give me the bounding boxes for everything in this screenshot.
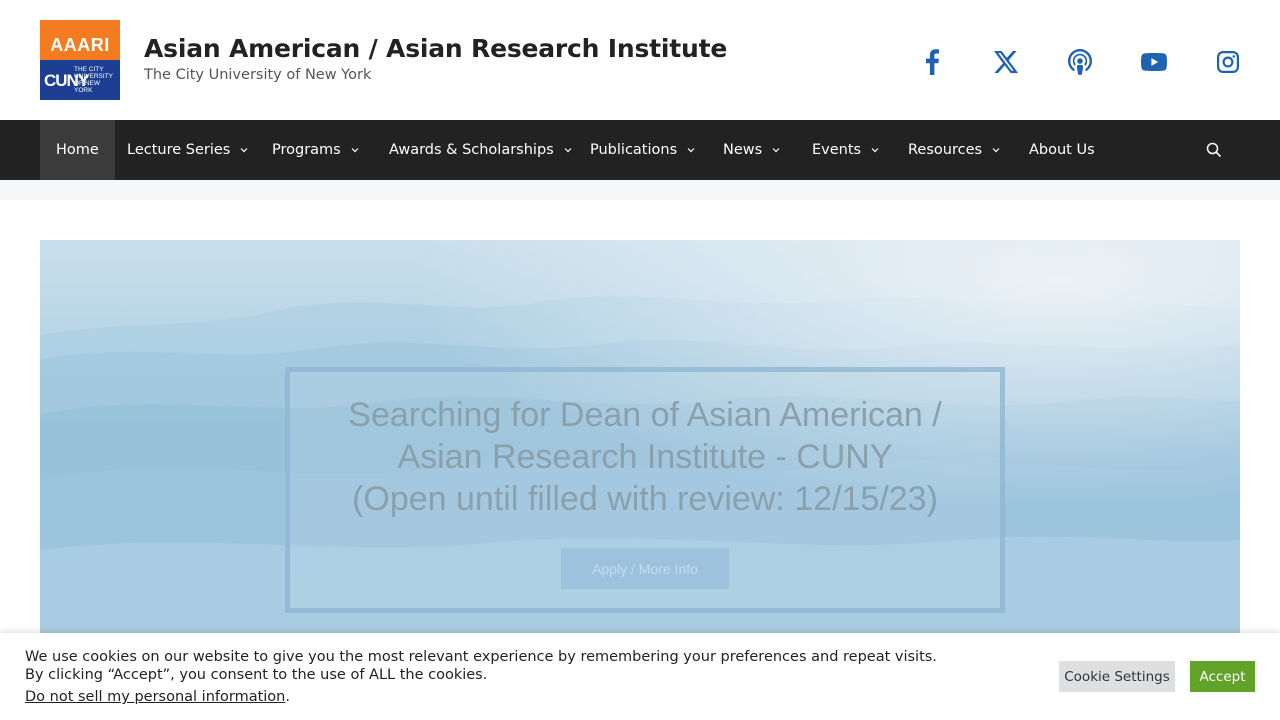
- chevron-down-icon: [240, 148, 248, 153]
- nav-item-home[interactable]: Home: [40, 120, 115, 180]
- cookie-message: We use cookies on our website to give yo…: [25, 648, 937, 684]
- cookie-message-line-1: We use cookies on our website to give yo…: [25, 649, 937, 665]
- cookie-message-line-2: By clicking “Accept”, you consent to the…: [25, 667, 488, 683]
- hero-banner: Searching for Dean of Asian American / A…: [40, 240, 1240, 640]
- nav-item-label: About Us: [1029, 142, 1095, 158]
- page: AAARI CUNY THE CITY UNIVERSITY OF NEW YO…: [0, 0, 1280, 720]
- do-not-sell-link[interactable]: Do not sell my personal information: [25, 689, 285, 705]
- nav-item-events[interactable]: Events: [812, 120, 879, 180]
- hero-title: Searching for Dean of Asian American / A…: [290, 394, 1000, 520]
- apply-more-info-button[interactable]: Apply / More Info: [561, 548, 729, 589]
- nav-item-about-us[interactable]: About Us: [1029, 120, 1095, 180]
- aaari-logo[interactable]: AAARI CUNY THE CITY UNIVERSITY OF NEW YO…: [40, 20, 120, 100]
- search-button[interactable]: [1204, 140, 1224, 160]
- nav-item-programs[interactable]: Programs: [272, 120, 359, 180]
- nav-item-resources[interactable]: Resources: [908, 120, 1000, 180]
- site-title[interactable]: Asian American / Asian Research Institut…: [144, 34, 727, 63]
- accept-cookies-button[interactable]: Accept: [1190, 661, 1255, 692]
- podcast-link[interactable]: [1065, 46, 1095, 78]
- cookie-link-suffix: .: [285, 689, 290, 705]
- hero-title-line-3: (Open until filled with review: 12/15/23…: [352, 480, 938, 518]
- podcast-icon: [1068, 49, 1092, 75]
- nav-item-label: Programs: [272, 142, 341, 158]
- youtube-icon: [1141, 53, 1167, 71]
- logo-cuny-block: CUNY THE CITY UNIVERSITY OF NEW YORK: [40, 60, 120, 100]
- chevron-down-icon: [871, 148, 879, 153]
- nav-item-label: Lecture Series: [127, 142, 231, 158]
- chevron-down-icon: [564, 148, 572, 153]
- nav-item-awards-scholarships[interactable]: Awards & Scholarships: [389, 120, 572, 180]
- logo-cuny-subtext: THE CITY UNIVERSITY OF NEW YORK: [74, 66, 113, 94]
- nav-item-label: News: [723, 142, 763, 158]
- nav-item-news[interactable]: News: [723, 120, 780, 180]
- nav-item-label: Home: [56, 142, 99, 158]
- chevron-down-icon: [351, 148, 359, 153]
- nav-item-label: Publications: [590, 142, 678, 158]
- nav-sub-strip: [0, 180, 1280, 200]
- instagram-icon: [1217, 51, 1239, 73]
- cookie-privacy-line: Do not sell my personal information.: [25, 689, 290, 705]
- x-twitter-link[interactable]: [991, 46, 1021, 78]
- nav-item-label: Awards & Scholarships: [389, 142, 554, 158]
- facebook-icon: [926, 49, 939, 75]
- chevron-down-icon: [992, 148, 1000, 153]
- nav-item-publications[interactable]: Publications: [590, 120, 695, 180]
- cookie-settings-button[interactable]: Cookie Settings: [1059, 661, 1175, 692]
- hero-title-line-2: Asian Research Institute - CUNY: [397, 438, 893, 476]
- chevron-down-icon: [687, 148, 695, 153]
- instagram-link[interactable]: [1213, 46, 1243, 78]
- site-header: AAARI CUNY THE CITY UNIVERSITY OF NEW YO…: [0, 0, 1280, 120]
- logo-aaari-text: AAARI: [40, 20, 120, 60]
- hero-announcement-box: Searching for Dean of Asian American / A…: [285, 367, 1005, 613]
- youtube-link[interactable]: [1139, 46, 1169, 78]
- hero-title-line-1: Searching for Dean of Asian American /: [348, 396, 942, 434]
- nav-item-label: Events: [812, 142, 862, 158]
- x-twitter-icon: [994, 51, 1018, 73]
- nav-item-lecture-series[interactable]: Lecture Series: [127, 120, 248, 180]
- cookie-consent-bar: We use cookies on our website to give yo…: [0, 633, 1280, 720]
- chevron-down-icon: [772, 148, 780, 153]
- facebook-link[interactable]: [917, 46, 947, 78]
- site-tagline: The City University of New York: [144, 67, 372, 83]
- main-navigation: Home Lecture Series Programs Awards & Sc…: [0, 120, 1280, 180]
- logo-cuny-text: CUNY: [44, 70, 89, 90]
- nav-item-label: Resources: [908, 142, 983, 158]
- search-icon: [1206, 142, 1222, 158]
